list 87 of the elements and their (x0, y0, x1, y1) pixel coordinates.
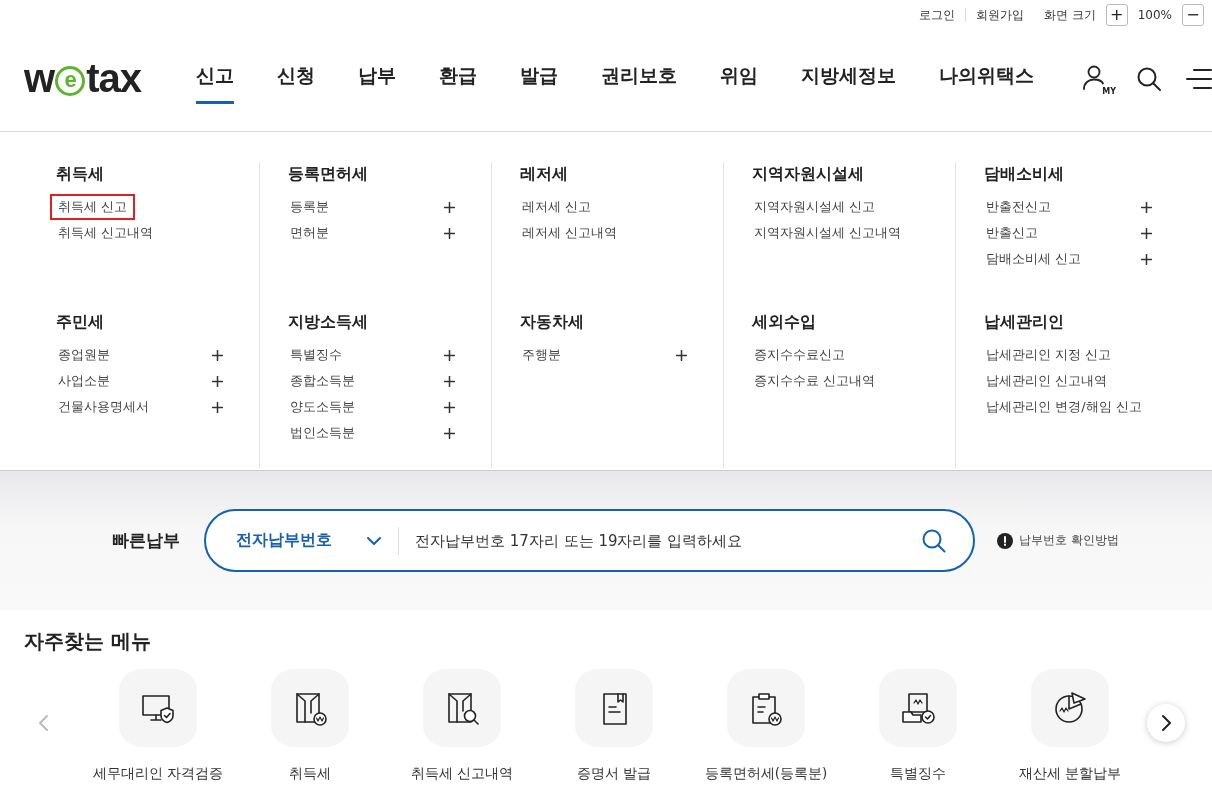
plus-icon[interactable] (212, 375, 223, 387)
plus-icon[interactable] (444, 349, 455, 361)
menu-heading: 지역자원시설세 (752, 164, 865, 185)
menu-tile-label[interactable]: 세무대리인 자격검증 (92, 765, 224, 783)
menu-heading: 등록면허세 (288, 164, 369, 185)
menu-link[interactable]: 납세관리인 신고내역 (978, 368, 1116, 394)
plus-icon[interactable] (444, 375, 455, 387)
menu-heading: 세외수입 (752, 312, 817, 333)
menu-link[interactable]: 레저세 신고 (514, 194, 600, 220)
menu-tile[interactable] (727, 669, 805, 747)
nav-tab[interactable]: 신고 (196, 53, 234, 104)
menu-link[interactable]: 반출전신고 (978, 194, 1059, 220)
plus-icon[interactable] (676, 349, 687, 361)
plus-icon[interactable] (1141, 201, 1152, 213)
zoom-value: 100% (1137, 8, 1172, 22)
plus-icon[interactable] (444, 427, 455, 439)
zoom-out-button[interactable]: − (1182, 4, 1204, 26)
help-link[interactable]: 납부번호 확인방법 (997, 532, 1119, 549)
menu-link[interactable]: 양도소득분 (282, 394, 363, 420)
menu-link[interactable]: 특별징수 (282, 342, 350, 368)
menu-heading: 담배소비세 (984, 164, 1065, 185)
plus-icon[interactable] (1141, 227, 1152, 239)
menu-heading: 레저세 (520, 164, 569, 185)
menu-link[interactable]: 반출신고 (978, 220, 1046, 246)
menu-link[interactable]: 지역자원시설세 신고 (746, 194, 884, 220)
menu-tile-label[interactable]: 특별징수 (890, 765, 946, 783)
menu-link[interactable]: 지역자원시설세 신고내역 (746, 220, 910, 246)
tray-check-icon (900, 690, 936, 726)
search-icon[interactable] (1136, 65, 1162, 92)
menu-link[interactable]: 레저세 신고내역 (514, 220, 626, 246)
quick-pay-label: 빠른납부 (112, 529, 180, 552)
menu-link[interactable]: 면허분 (282, 220, 337, 246)
menu-link[interactable]: 납세관리인 지정 신고 (978, 342, 1120, 368)
menu-link[interactable]: 종업원분 (50, 342, 118, 368)
util-link[interactable]: 로그인 (918, 6, 955, 24)
menu-heading: 주민세 (56, 312, 105, 333)
menu-link[interactable]: 주행분 (514, 342, 569, 368)
menu-link[interactable]: 등록분 (282, 194, 337, 220)
util-link[interactable]: 회원가입 (975, 6, 1024, 24)
nav-tab[interactable]: 환급 (439, 53, 477, 104)
zoom-label: 화면 크기 (1043, 6, 1096, 24)
pie-chart-icon (1052, 690, 1088, 726)
menu-tile[interactable] (879, 669, 957, 747)
chevron-down-icon (366, 535, 382, 546)
menu-tile[interactable] (119, 669, 197, 747)
plus-icon[interactable] (1141, 253, 1152, 265)
menu-tile[interactable] (1031, 669, 1109, 747)
wetax-logo[interactable]: w e tax (24, 56, 196, 101)
search-icon[interactable] (921, 527, 947, 554)
menu-tile[interactable] (271, 669, 349, 747)
menu-link[interactable]: 담배소비세 신고 (978, 246, 1090, 272)
plus-icon[interactable] (444, 227, 455, 239)
menu-heading: 자동차세 (520, 312, 585, 333)
menu-link[interactable]: 사업소분 (50, 368, 118, 394)
menu-heading: 지방소득세 (288, 312, 369, 333)
section-title: 자주찾는 메뉴 (24, 628, 152, 655)
nav-tab[interactable]: 나의위택스 (939, 53, 1034, 104)
menu-link[interactable]: 건물사용명세서 (50, 394, 157, 420)
menu-heading: 취득세 (56, 164, 105, 185)
nav-tab[interactable]: 위임 (720, 53, 758, 104)
menu-icon[interactable] (1186, 67, 1212, 90)
menu-heading: 납세관리인 (984, 312, 1065, 333)
nav-tab[interactable]: 권리보호 (601, 53, 677, 104)
plus-icon[interactable] (444, 201, 455, 213)
menu-tile[interactable] (423, 669, 501, 747)
menu-link[interactable]: 종합소득분 (282, 368, 363, 394)
menu-link[interactable]: 증지수수료 신고내역 (746, 368, 884, 394)
plus-icon[interactable] (212, 349, 223, 361)
zoom-in-button[interactable]: + (1105, 4, 1128, 26)
menu-tile[interactable] (575, 669, 653, 747)
menu-tile-label[interactable]: 취득세 (289, 765, 331, 783)
plus-icon[interactable] (444, 401, 455, 413)
menu-link[interactable]: 취득세 신고내역 (50, 220, 162, 246)
nav-tab[interactable]: 지방세정보 (801, 53, 896, 104)
menu-tile-label[interactable]: 등록면허세(등록분) (704, 765, 828, 783)
menu-tile-label[interactable]: 증명서 발급 (576, 765, 652, 783)
menu-link[interactable]: 법인소득분 (282, 420, 363, 446)
plus-icon[interactable] (212, 401, 223, 413)
menu-link[interactable]: 증지수수료신고 (746, 342, 853, 368)
nav-tab[interactable]: 신청 (277, 53, 315, 104)
nav-tab[interactable]: 납부 (358, 53, 396, 104)
menu-link[interactable]: 납세관리인 변경/해임 신고 (978, 394, 1150, 420)
nav-tab[interactable]: 발급 (520, 53, 558, 104)
menu-tile-label[interactable]: 취득세 신고내역 (410, 765, 514, 783)
menu-link[interactable]: 취득세 신고 (50, 194, 136, 220)
menu-tile-label[interactable]: 재산세 분할납부 (1018, 765, 1122, 783)
exclamation-icon (997, 532, 1013, 549)
